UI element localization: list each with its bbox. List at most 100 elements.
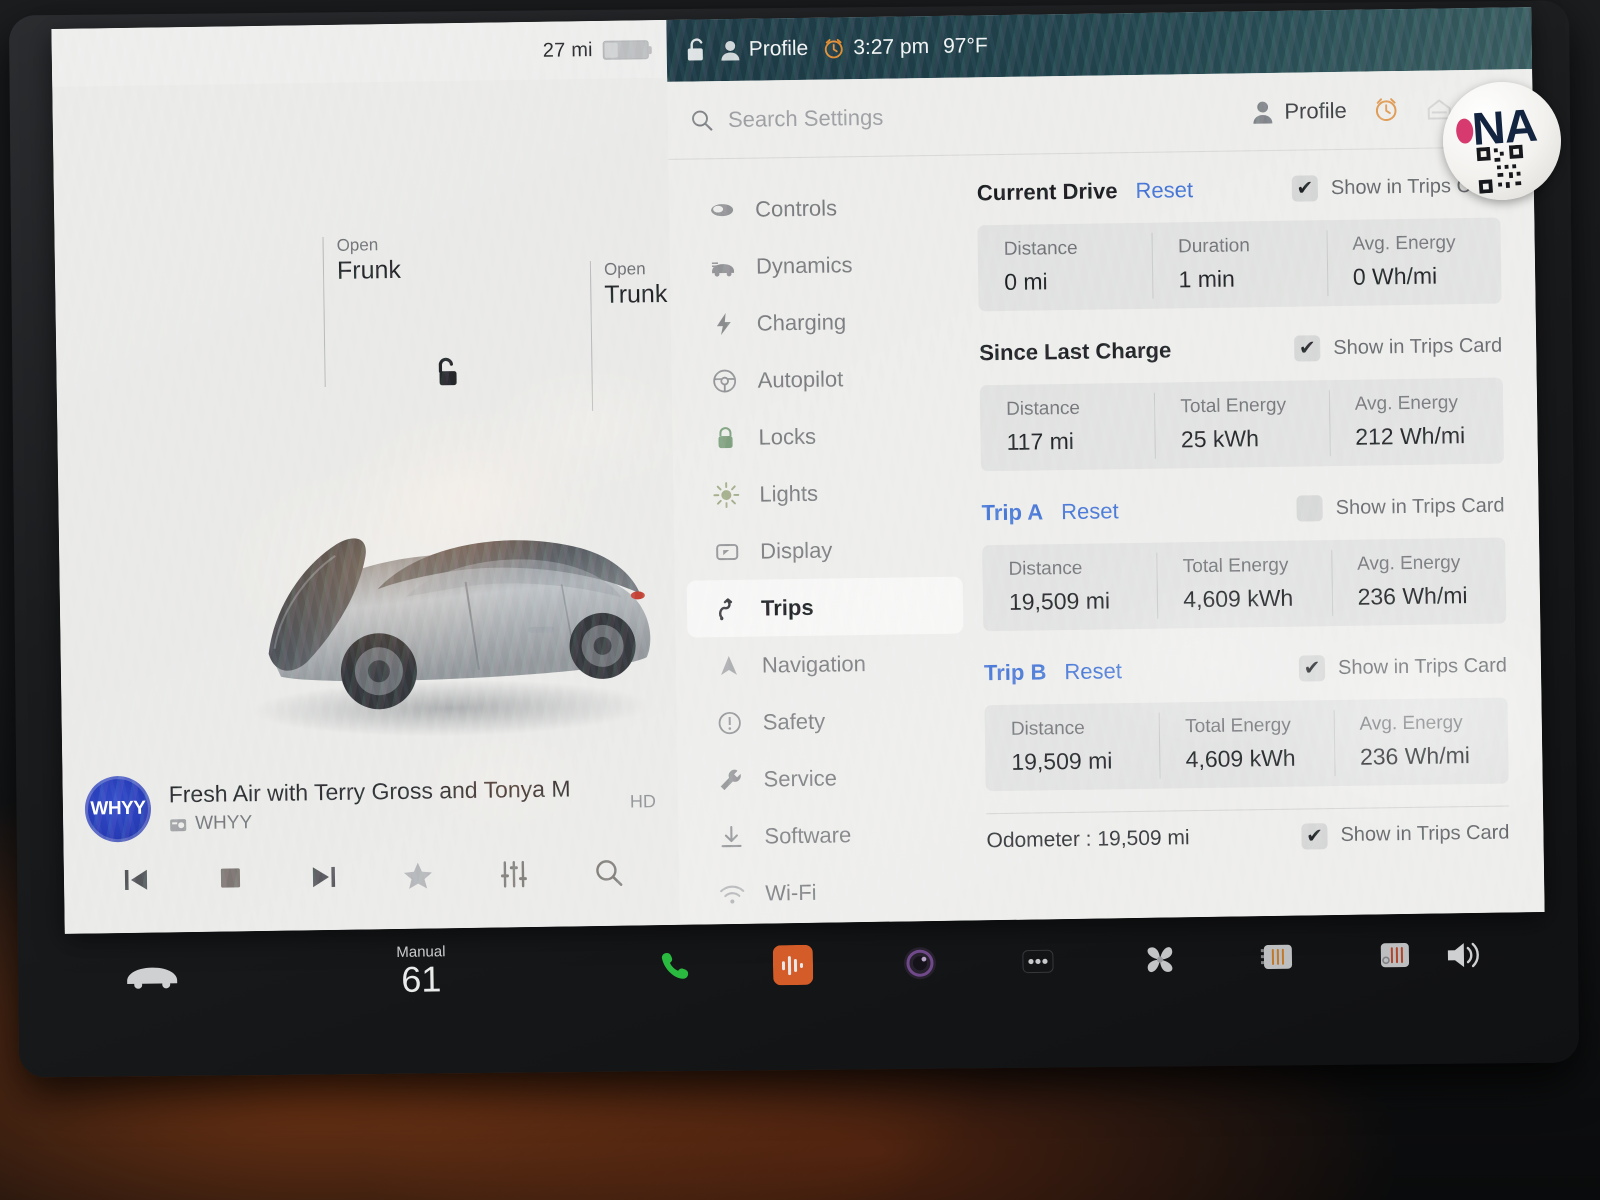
search-input[interactable] [727, 98, 1236, 133]
charging-bolt-icon [711, 310, 737, 336]
media-waveform-icon[interactable] [759, 944, 828, 986]
status-temperature: 97°F [942, 34, 988, 58]
sidebar-item-label: Charging [756, 308, 847, 336]
status-time: 3:27 pm [822, 35, 929, 61]
show-in-trips-card-toggle[interactable]: ✔ Show in Trips Card [1296, 493, 1505, 522]
show-in-trips-card-toggle[interactable]: ✔ Show in Trips Card [1294, 333, 1502, 362]
checkbox-icon[interactable]: ✔ [1294, 335, 1321, 362]
trip-reset-button[interactable]: Reset [1064, 658, 1122, 685]
trip-header: Current Drive Reset ✔ Show in Trips Card [977, 166, 1501, 214]
status-profile[interactable]: Profile [721, 37, 809, 62]
trip-stat-value: 212 Wh/mi [1355, 422, 1466, 450]
wrench-icon [717, 766, 743, 792]
trip-reset-button[interactable]: Reset [1061, 498, 1119, 525]
battery-indicator [602, 39, 649, 60]
favorite-button[interactable] [401, 859, 435, 892]
checkbox-icon[interactable]: ✔ [1296, 495, 1323, 522]
show-in-trips-card-label: Show in Trips Card [1335, 494, 1505, 519]
trip-stat: Distance 0 mi [977, 223, 1153, 312]
trip-stat: Avg. Energy 236 Wh/mi [1331, 538, 1507, 627]
next-track-button[interactable] [307, 862, 339, 892]
trip-name[interactable]: Trip B [984, 659, 1047, 686]
sidebar-item-label: Display [759, 537, 833, 564]
trunk-label: Trunk [604, 280, 668, 310]
trip-stat-value: 0 mi [1004, 268, 1048, 295]
sidebar-item-label: Autopilot [757, 365, 844, 393]
trip-stat: Total Energy 4,609 kWh [1156, 540, 1332, 629]
unlock-icon[interactable] [431, 356, 462, 395]
trip-stat-value: 236 Wh/mi [1359, 742, 1471, 770]
trip-reset-button[interactable]: Reset [1135, 177, 1193, 204]
sidebar-item-label: Safety [762, 708, 826, 735]
sidebar-item-autopilot[interactable]: Autopilot [683, 349, 960, 410]
trip-header: Since Last Charge ✔ Show in Trips Card [979, 326, 1503, 374]
media-source: WHYY [195, 812, 253, 834]
sidebar-item-navigation[interactable]: Navigation [687, 634, 964, 695]
more-dots-icon[interactable] [1003, 944, 1072, 979]
checkbox-icon[interactable]: ✔ [1301, 822, 1328, 850]
sidebar-item-display[interactable]: Display [686, 520, 963, 581]
sidebar-item-charging[interactable]: Charging [682, 292, 959, 353]
sidebar-item-service[interactable]: Service [689, 748, 966, 809]
sidebar-item-lights[interactable]: Lights [685, 463, 962, 524]
search-settings-box[interactable] [690, 98, 1236, 133]
sidebar-item-label: Lights [759, 480, 819, 507]
media-title: Fresh Air with Terry Gross and Tonya M [168, 775, 571, 808]
seat-heater-left-icon[interactable] [1243, 940, 1312, 975]
climate-control[interactable]: Manual 61 [396, 943, 446, 1000]
steering-wheel-icon [711, 367, 737, 393]
trip-name[interactable]: Trip A [981, 499, 1043, 526]
sidebar-item-label: Controls [754, 194, 838, 222]
search-icon [692, 110, 713, 131]
previous-track-button[interactable] [120, 865, 152, 895]
trip-stat: Avg. Energy 212 Wh/mi [1328, 378, 1504, 467]
wifi-icon [719, 880, 745, 906]
sidebar-item-safety[interactable]: Safety [688, 691, 965, 752]
trip-stat-label: Total Energy [1182, 554, 1289, 578]
checkbox-icon[interactable]: ✔ [1291, 175, 1319, 202]
trip-stats-row: Distance 0 mi Duration 1 min Avg. Energy 0 Wh… [977, 217, 1502, 312]
fan-icon[interactable] [1126, 939, 1195, 980]
car-icon[interactable] [98, 958, 206, 992]
sidebar-item-label: Dynamics [755, 251, 853, 279]
volume-icon[interactable] [1429, 937, 1498, 974]
trip-stat-value: 19,509 mi [1011, 747, 1113, 775]
phone-icon[interactable] [641, 946, 710, 987]
sidebar-item-locks[interactable]: Locks [684, 406, 961, 467]
search-media-button[interactable] [593, 857, 625, 889]
trunk-action: Open [603, 259, 646, 279]
trip-stats-row: Distance 19,509 mi Total Energy 4,609 kWh Av… [984, 697, 1509, 792]
sidebar-item-dynamics[interactable]: Dynamics [682, 235, 959, 296]
equalizer-button[interactable] [497, 858, 531, 891]
radio-icon [170, 819, 187, 832]
padlock-icon [712, 424, 738, 450]
range-value: 27 mi [542, 38, 593, 62]
settings-header: Profile [667, 69, 1534, 160]
camera-lens-icon[interactable] [886, 942, 955, 985]
odometer-value: Odometer : 19,509 mi [986, 825, 1190, 852]
seat-heater-right-icon[interactable] [1361, 939, 1430, 974]
frunk-control[interactable]: Open Frunk [322, 234, 402, 388]
trip-stat-value: 0 Wh/mi [1352, 262, 1438, 290]
station-logo: WHYY [84, 775, 152, 843]
display-icon [714, 538, 740, 564]
trip-stat-value: 117 mi [1006, 427, 1075, 455]
stop-button[interactable] [214, 863, 246, 893]
show-in-trips-card-toggle[interactable]: ✔ Show in Trips Card [1298, 653, 1507, 682]
trunk-control[interactable]: Open Trunk [589, 258, 668, 412]
sidebar-item-label: Trips [760, 594, 814, 621]
odometer-show-in-trips-card-toggle[interactable]: ✔ Show in Trips Card [1301, 820, 1510, 850]
sidebar-item-software[interactable]: Software [690, 805, 967, 866]
trip-stat-label: Avg. Energy [1356, 552, 1461, 575]
trip-stat-label: Distance [1005, 397, 1081, 420]
frunk-label: Frunk [336, 256, 402, 286]
unlocked-padlock-icon[interactable] [685, 37, 707, 63]
alarm-clock-icon[interactable] [1373, 96, 1400, 123]
winding-road-icon [715, 595, 741, 621]
sidebar-item-trips[interactable]: Trips [686, 576, 964, 638]
alarm-clock-icon [824, 38, 843, 59]
sidebar-item-controls[interactable]: Controls [681, 178, 958, 239]
header-profile-button[interactable]: Profile [1251, 97, 1347, 124]
settings-sidebar: Controls Dynamics Charging Autopilot Locks Li… [668, 155, 979, 924]
checkbox-icon[interactable]: ✔ [1298, 655, 1326, 682]
